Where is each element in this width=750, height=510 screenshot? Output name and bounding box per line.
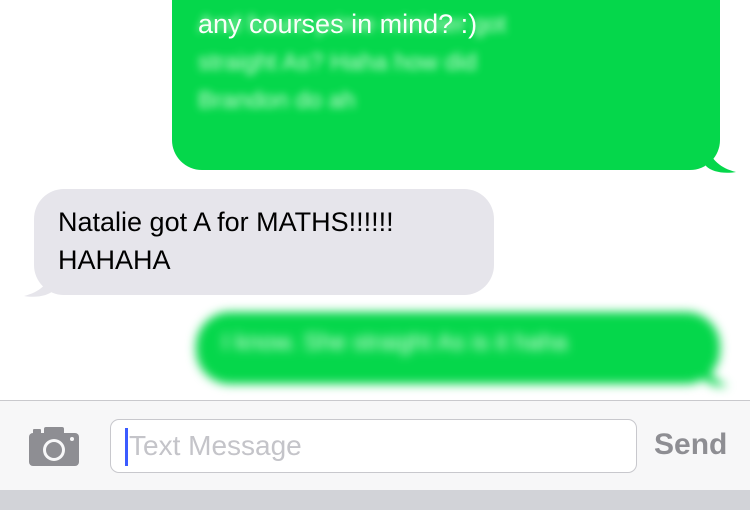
bubble-tail-icon [24,270,54,297]
blurred-message-text: And future prime minister got straight A… [198,11,507,114]
sent-message-bubble[interactable]: any courses in mind? :) And future prime… [172,0,720,170]
message-text-field[interactable]: Text Message [110,419,637,473]
camera-icon[interactable] [28,425,80,467]
message-text: Natalie got A for MATHS!!!!!! HAHAHA [58,207,394,275]
bubble-tail-icon [704,362,728,387]
bubble-tail-icon [706,146,736,173]
message-thread[interactable]: any courses in mind? :) And future prime… [0,0,750,400]
text-caret [125,428,128,466]
blurred-message-text: I know. She straight As is it haha [222,329,568,356]
received-message-bubble[interactable]: Natalie got A for MATHS!!!!!! HAHAHA [34,189,494,295]
send-button[interactable]: Send [654,428,727,462]
message-placeholder: Text Message [129,430,302,461]
keyboard-edge [0,490,750,510]
sent-message-bubble-blurred[interactable]: I know. She straight As is it haha [196,312,728,388]
message-input-bar: Text Message Send [0,400,750,491]
